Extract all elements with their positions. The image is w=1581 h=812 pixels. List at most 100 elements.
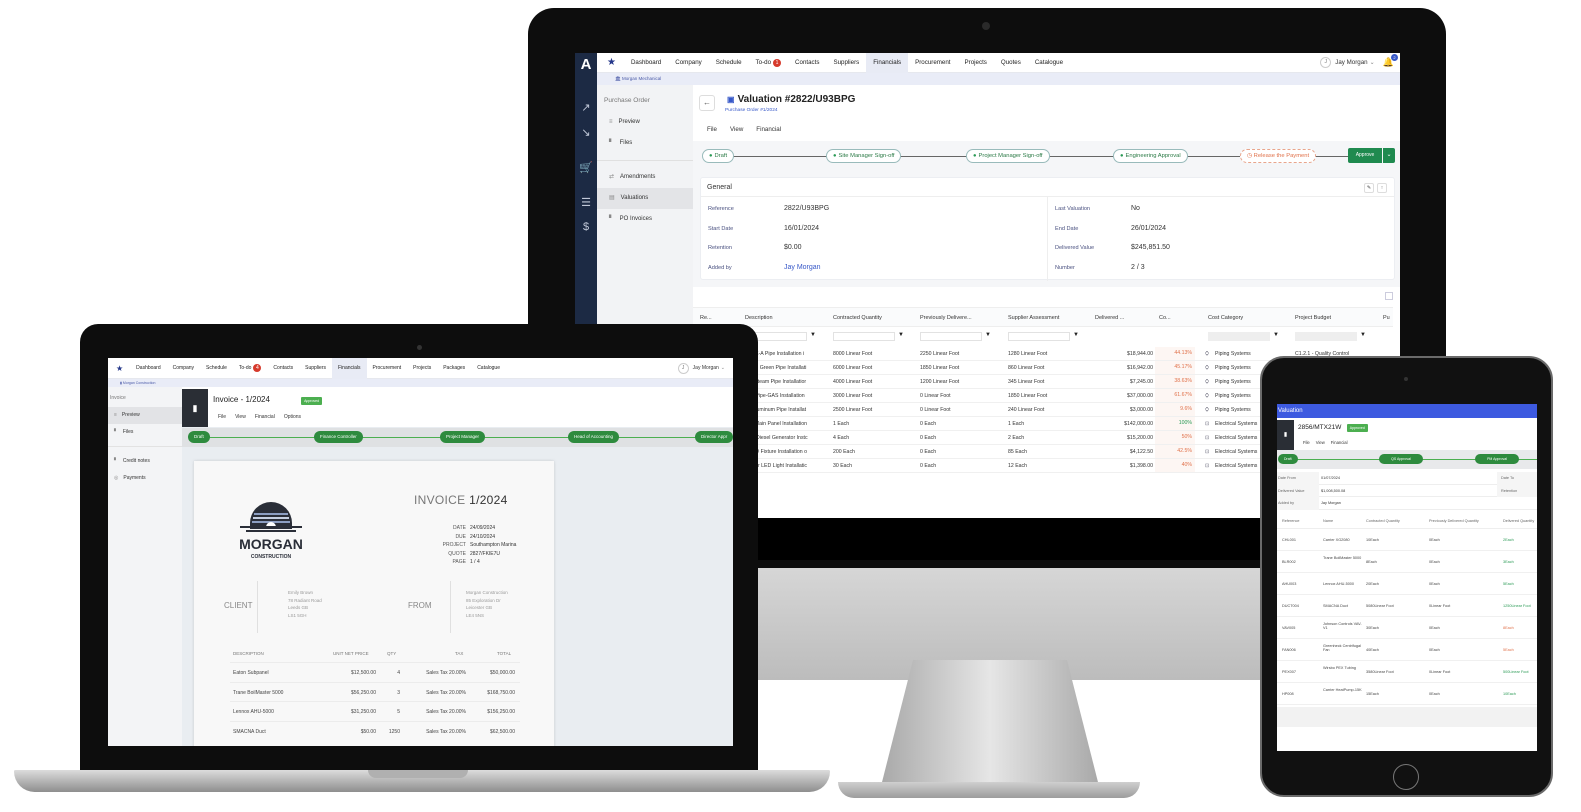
- nav-projects[interactable]: Projects: [958, 53, 994, 73]
- filter-icon[interactable]: ▼: [985, 332, 991, 338]
- table-row[interactable]: DUCT004 SMACNA Duct 5080Linear Foot 0Linear…: [1277, 595, 1537, 617]
- filter-icon[interactable]: ▼: [810, 332, 816, 338]
- table-row[interactable]: AHU003 Lennox AHU-5000 20Each 0Each 5Each: [1277, 573, 1537, 595]
- step-finance-controller[interactable]: Finance Controller: [314, 431, 363, 443]
- back-button[interactable]: ←: [699, 95, 715, 111]
- step-draft[interactable]: Draft: [1278, 454, 1298, 464]
- table-row[interactable]: FAN006 Greenheck Centrifugal Fan 40Each 0Ea…: [1277, 639, 1537, 661]
- nav-schedule[interactable]: Schedule: [200, 358, 233, 379]
- approve-button[interactable]: Approve: [1348, 148, 1382, 163]
- sidebar-item-preview[interactable]: ≡ Preview: [597, 112, 693, 133]
- step-engineering[interactable]: ● Engineering Approval: [1113, 149, 1188, 163]
- trend-up-icon[interactable]: ↗: [575, 101, 597, 114]
- col-contracted[interactable]: Contracted Quantity: [833, 315, 882, 321]
- filter-previously-delivered[interactable]: [920, 332, 982, 341]
- nav-todo[interactable]: To-do 1: [749, 53, 788, 73]
- cart-icon[interactable]: 🛒: [575, 161, 597, 174]
- nav-dashboard[interactable]: Dashboard: [130, 358, 166, 379]
- app-logo[interactable]: A: [575, 56, 597, 73]
- table-row[interactable]: HP008 Carrier HeatPump-15K 15Each 0Each 10Ea…: [1277, 683, 1537, 705]
- nav-dashboard[interactable]: Dashboard: [624, 53, 668, 73]
- nav-financials[interactable]: Financials: [866, 53, 909, 73]
- nav-packages[interactable]: Packages: [437, 358, 471, 379]
- nav-contacts[interactable]: Contacts: [267, 358, 299, 379]
- nav-contacts[interactable]: Contacts: [788, 53, 826, 73]
- nav-schedule[interactable]: Schedule: [709, 53, 749, 73]
- user-menu[interactable]: J Jay Morgan ⌄: [677, 362, 725, 374]
- step-director-approval[interactable]: Director Appr: [695, 431, 733, 443]
- po-link[interactable]: Purchase Order #1/2024: [725, 108, 778, 113]
- filter-cost-category[interactable]: [1208, 332, 1270, 341]
- star-icon[interactable]: ★: [607, 57, 616, 68]
- nav-quotes[interactable]: Quotes: [994, 53, 1028, 73]
- bell-icon[interactable]: 🔔 2: [1383, 54, 1398, 68]
- nav-procurement[interactable]: Procurement: [367, 358, 408, 379]
- filter-icon[interactable]: ▼: [1273, 332, 1279, 338]
- col-pu[interactable]: Pu: [1383, 315, 1390, 321]
- nav-todo[interactable]: To-do 4: [233, 358, 268, 379]
- nav-procurement[interactable]: Procurement: [908, 53, 957, 73]
- nav-catalogue[interactable]: Catalogue: [471, 358, 506, 379]
- step-draft[interactable]: ● Draft: [702, 149, 735, 163]
- menu-file[interactable]: File: [218, 414, 226, 420]
- org-breadcrumb[interactable]: ▮ Morgan Construction: [108, 379, 733, 387]
- table-row[interactable]: VAV005 Johnson Controls VAV-V1 30Each 0Each…: [1277, 617, 1537, 639]
- menu-file[interactable]: File: [1303, 440, 1310, 445]
- sidebar-item-valuations[interactable]: ▤ Valuations: [597, 188, 693, 209]
- col-reference[interactable]: Re...: [700, 315, 712, 321]
- filter-contracted[interactable]: [833, 332, 895, 341]
- step-site-manager[interactable]: ● Site Manager Sign-off: [826, 149, 902, 163]
- approve-dropdown-button[interactable]: ⌄: [1383, 148, 1395, 163]
- col-delivered[interactable]: Delivered Quantity: [1503, 519, 1534, 523]
- menu-financial[interactable]: Financial: [1331, 440, 1348, 445]
- sidebar-item-preview[interactable]: ≡ Preview: [108, 407, 182, 424]
- field-added-by[interactable]: Jay Morgan: [784, 264, 821, 271]
- menu-options[interactable]: Options: [284, 414, 301, 420]
- col-cost-category[interactable]: Cost Category: [1208, 315, 1243, 321]
- collapse-button[interactable]: ↑: [1377, 183, 1387, 193]
- trend-down-icon[interactable]: ↘: [575, 126, 597, 139]
- menu-file[interactable]: File: [707, 126, 717, 133]
- nav-projects[interactable]: Projects: [407, 358, 437, 379]
- table-row[interactable]: PEX007 Wirsbo PEX Tubing 3580Linear Foot 0L…: [1277, 661, 1537, 683]
- edit-button[interactable]: ✎: [1364, 183, 1374, 193]
- dollar-icon[interactable]: $: [575, 221, 597, 233]
- menu-view[interactable]: View: [730, 126, 743, 133]
- step-project-manager[interactable]: ● Project Manager Sign-off: [966, 149, 1050, 163]
- nav-company[interactable]: Company: [668, 53, 708, 73]
- col-contracted[interactable]: Contracted Quantity: [1366, 519, 1400, 523]
- col-previously-delivered[interactable]: Previously Delivered Quantity: [1429, 519, 1479, 523]
- col-reference[interactable]: Reference: [1282, 519, 1300, 523]
- expand-icon[interactable]: [1385, 292, 1393, 300]
- col-delivered[interactable]: Delivered ...: [1095, 315, 1124, 321]
- step-release-payment[interactable]: ◷ Release the Payment: [1240, 149, 1317, 163]
- col-completion[interactable]: Co...: [1159, 315, 1171, 321]
- step-qs-approval[interactable]: QS Approval: [1379, 454, 1423, 464]
- col-supplier-assessment[interactable]: Supplier Assessment: [1008, 315, 1059, 321]
- table-row[interactable]: CHL001 Carrier XG2080 10Each 0Each 2Each: [1277, 529, 1537, 551]
- filter-icon[interactable]: ▼: [1073, 332, 1079, 338]
- user-menu[interactable]: J Jay Morgan ⌄: [1320, 57, 1375, 68]
- menu-financial[interactable]: Financial: [255, 414, 275, 420]
- sidebar-item-amendments[interactable]: ⇄ Amendments: [597, 167, 693, 188]
- step-pm-approval[interactable]: PM Approval: [1475, 454, 1519, 464]
- star-icon[interactable]: ★: [116, 364, 123, 373]
- step-draft[interactable]: Draft: [188, 431, 210, 443]
- nav-catalogue[interactable]: Catalogue: [1028, 53, 1070, 73]
- step-head-of-accounting[interactable]: Head of Accounting: [568, 431, 620, 443]
- nav-suppliers[interactable]: Suppliers: [826, 53, 866, 73]
- nav-financials[interactable]: Financials: [332, 358, 367, 379]
- col-description[interactable]: Description: [745, 315, 773, 321]
- sidebar-item-credit-notes[interactable]: ▘ Credit notes: [108, 453, 182, 470]
- sidebar-item-po-invoices[interactable]: ▘ PO Invoices: [597, 209, 693, 230]
- table-row[interactable]: BLR002 Trane BoilMaster 5000 8Each 0Each 3Ea…: [1277, 551, 1537, 573]
- sidebar-item-payments[interactable]: ◎ Payments: [108, 470, 182, 487]
- sidebar-item-files[interactable]: ▘ Files: [108, 424, 182, 441]
- filter-supplier[interactable]: [1008, 332, 1070, 341]
- filter-icon[interactable]: ▼: [898, 332, 904, 338]
- menu-view[interactable]: View: [235, 414, 246, 420]
- list-icon[interactable]: ☰: [575, 196, 597, 209]
- step-project-manager[interactable]: Project Manager: [440, 431, 486, 443]
- sidebar-item-files[interactable]: ▘ Files: [597, 133, 693, 154]
- filter-project-budget[interactable]: [1295, 332, 1357, 341]
